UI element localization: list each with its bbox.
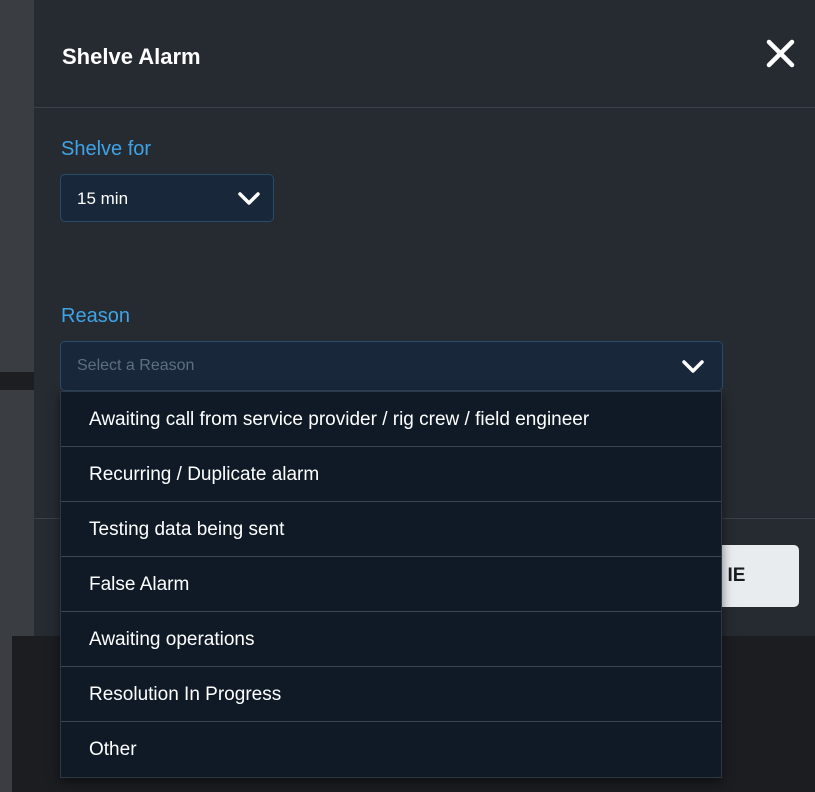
chevron-down-icon — [682, 360, 704, 373]
background-left-band — [0, 372, 34, 390]
reason-option[interactable]: False Alarm — [61, 557, 721, 612]
reason-option[interactable]: Testing data being sent — [61, 502, 721, 557]
reason-option[interactable]: Awaiting call from service provider / ri… — [61, 392, 721, 447]
chevron-down-icon — [238, 192, 260, 205]
reason-dropdown-menu: Awaiting call from service provider / ri… — [60, 391, 722, 778]
reason-label: Reason — [61, 305, 130, 327]
close-button[interactable] — [764, 36, 798, 70]
modal-title: Shelve Alarm — [62, 44, 201, 69]
shelve-for-value: 15 min — [77, 189, 129, 208]
modal-header: Shelve Alarm — [34, 0, 815, 108]
shelve-for-label: Shelve for — [61, 138, 152, 160]
shelve-for-select[interactable]: 15 min — [60, 174, 274, 222]
reason-option[interactable]: Recurring / Duplicate alarm — [61, 447, 721, 502]
reason-placeholder: Select a Reason — [77, 357, 195, 374]
close-icon — [766, 39, 795, 68]
reason-option[interactable]: Awaiting operations — [61, 612, 721, 667]
reason-option[interactable]: Resolution In Progress — [61, 667, 721, 722]
reason-option[interactable]: Other — [61, 722, 721, 777]
reason-select[interactable]: Select a Reason — [60, 341, 723, 391]
